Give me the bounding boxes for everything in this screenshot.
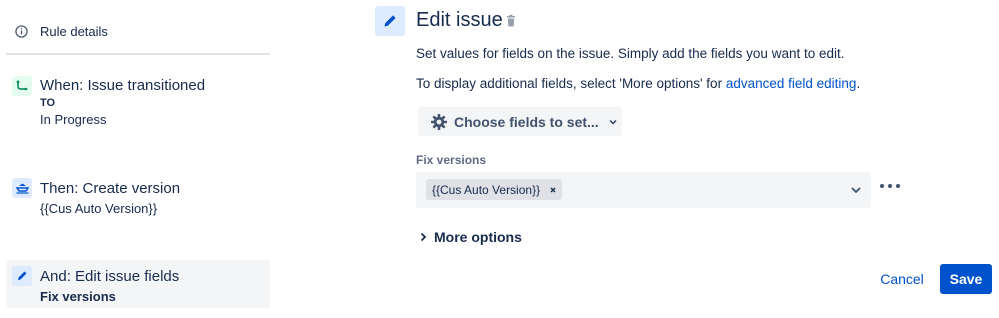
chevron-down-icon[interactable] bbox=[849, 183, 863, 197]
rule-sidebar: Rule details When: Issue transitioned TO… bbox=[0, 0, 272, 318]
version-tag-label: {{Cus Auto Version}} bbox=[432, 182, 541, 197]
trigger-status: In Progress bbox=[40, 112, 107, 127]
choose-fields-button[interactable]: Choose fields to set... bbox=[418, 107, 622, 136]
save-button[interactable]: Save bbox=[940, 264, 992, 294]
create-version-detail: {{Cus Auto Version}} bbox=[40, 201, 158, 216]
more-options-label: More options bbox=[434, 229, 522, 245]
page-title: Edit issue bbox=[416, 9, 503, 31]
ship-icon bbox=[12, 178, 32, 198]
advanced-field-editing-link[interactable]: advanced field editing bbox=[726, 76, 857, 91]
version-tag: {{Cus Auto Version}} bbox=[426, 179, 563, 200]
additional-fields-text: To display additional fields, select 'Mo… bbox=[416, 76, 860, 91]
choose-fields-label: Choose fields to set... bbox=[454, 113, 599, 130]
divider bbox=[6, 53, 270, 55]
cancel-button[interactable]: Cancel bbox=[872, 264, 932, 294]
additional-fields-suffix: . bbox=[856, 76, 861, 91]
chevron-right-icon bbox=[418, 232, 428, 242]
remove-tag-icon[interactable] bbox=[548, 185, 558, 195]
trigger-title: When: Issue transitioned bbox=[40, 77, 206, 94]
edit-issue-fields-step[interactable]: And: Edit issue fields Fix versions bbox=[6, 260, 270, 308]
pencil-icon bbox=[12, 266, 32, 286]
trigger-step[interactable]: When: Issue transitioned TO In Progress bbox=[6, 72, 270, 132]
more-options-toggle[interactable]: More options bbox=[418, 229, 522, 245]
chevron-down-icon bbox=[607, 116, 619, 128]
edit-issue-fields-title: And: Edit issue fields bbox=[40, 268, 180, 285]
description-text: Set values for fields on the issue. Simp… bbox=[416, 46, 845, 61]
trash-icon[interactable] bbox=[505, 14, 517, 28]
trigger-to-label: TO bbox=[40, 97, 56, 109]
fix-versions-select[interactable]: {{Cus Auto Version}} bbox=[416, 172, 871, 208]
issue-transition-icon bbox=[12, 76, 32, 96]
gear-icon bbox=[430, 113, 448, 131]
create-version-step[interactable]: Then: Create version {{Cus Auto Version}… bbox=[6, 176, 270, 222]
additional-fields-prefix: To display additional fields, select 'Mo… bbox=[416, 76, 726, 91]
edit-issue-fields-detail: Fix versions bbox=[40, 289, 116, 304]
fix-versions-label: Fix versions bbox=[416, 153, 487, 167]
more-actions-icon[interactable] bbox=[878, 176, 902, 196]
rule-details-link[interactable]: Rule details bbox=[14, 22, 108, 40]
create-version-title: Then: Create version bbox=[40, 180, 181, 197]
rule-details-label: Rule details bbox=[40, 23, 108, 39]
pencil-icon bbox=[375, 6, 405, 36]
info-icon bbox=[14, 24, 28, 38]
